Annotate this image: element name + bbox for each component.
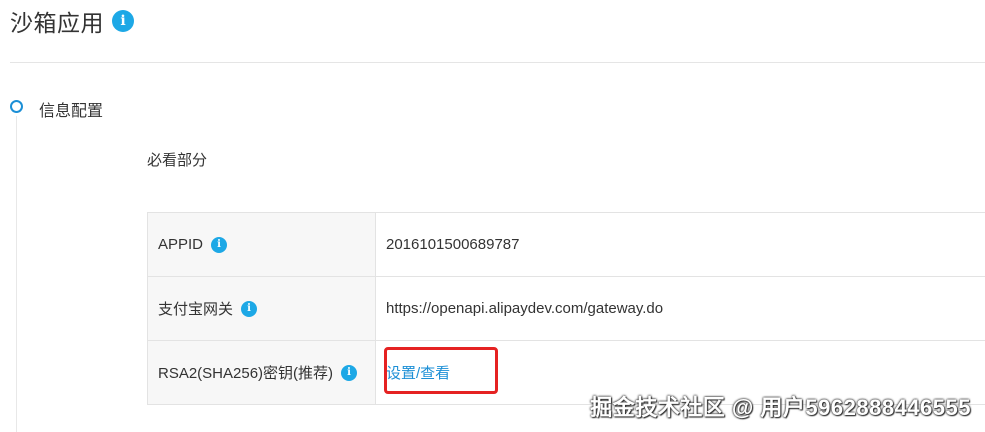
row-value: 2016101500689787 [376,213,985,276]
config-row-appid: APPID i 2016101500689787 [148,213,985,277]
row-label-text: APPID [158,236,204,253]
subsection-title: 必看部分 [147,152,208,169]
row-label: 支付宝网关 i [148,277,376,340]
page-title-text: 沙箱应用 [10,10,104,36]
sandbox-app-page: 沙箱应用 i 信息配置 必看部分 APPID i 201610150068978… [0,0,985,432]
info-icon[interactable]: i [241,300,258,317]
info-icon[interactable]: i [341,364,358,381]
timeline-line [16,116,17,432]
watermark: 掘金技术社区 @ 用户5962888446555 [590,395,971,420]
config-row-gateway: 支付宝网关 i https://openapi.alipaydev.com/ga… [148,277,985,341]
row-label-text: RSA2(SHA256)密钥(推荐) [158,365,334,382]
highlight-box [384,347,498,394]
row-label-text: 支付宝网关 [158,301,234,318]
title-divider [10,62,985,63]
info-icon[interactable]: i [211,236,228,253]
config-table: APPID i 2016101500689787 支付宝网关 i https:/… [147,212,985,405]
info-icon[interactable]: i [112,10,134,32]
row-value: https://openapi.alipaydev.com/gateway.do [376,277,985,340]
page-title: 沙箱应用 i [10,4,134,38]
row-label: APPID i [148,213,376,276]
gateway-value: https://openapi.alipaydev.com/gateway.do [386,300,664,317]
appid-value: 2016101500689787 [386,236,520,253]
section-title: 信息配置 [39,103,104,120]
timeline-dot [10,100,23,113]
row-label: RSA2(SHA256)密钥(推荐) i [148,341,376,404]
